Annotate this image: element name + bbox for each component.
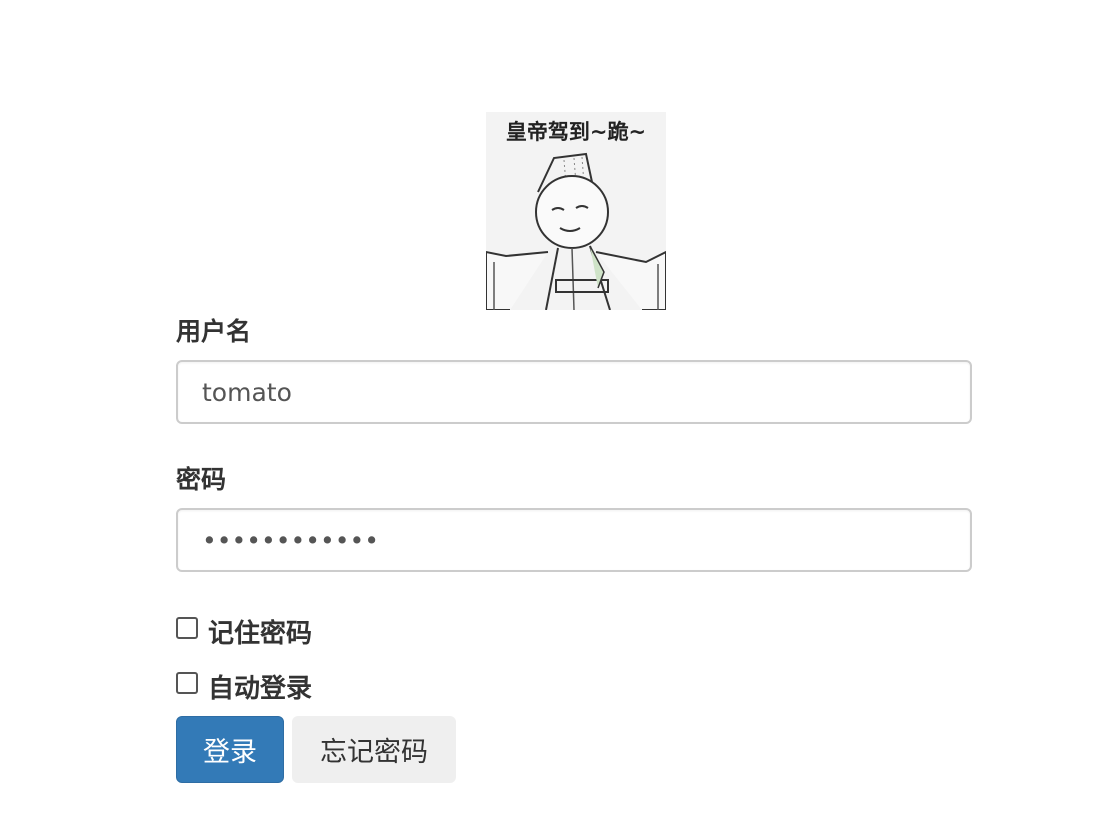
remember-password-checkbox[interactable] (176, 617, 198, 639)
username-input[interactable] (176, 360, 972, 424)
forgot-password-button[interactable]: 忘记密码 (292, 716, 456, 783)
auto-login-checkbox[interactable] (176, 672, 198, 694)
remember-password-row[interactable]: 记住密码 (176, 614, 313, 649)
password-input[interactable] (176, 508, 972, 572)
auto-login-row[interactable]: 自动登录 (176, 669, 313, 704)
username-label: 用户名 (176, 317, 252, 346)
login-button[interactable]: 登录 (176, 716, 284, 783)
avatar-image: 皇帝驾到~跪~ (486, 112, 666, 310)
remember-password-label: 记住密码 (208, 618, 313, 649)
password-label: 密码 (176, 465, 227, 494)
avatar-caption: 皇帝驾到~跪~ (505, 120, 647, 144)
auto-login-label: 自动登录 (208, 673, 313, 704)
